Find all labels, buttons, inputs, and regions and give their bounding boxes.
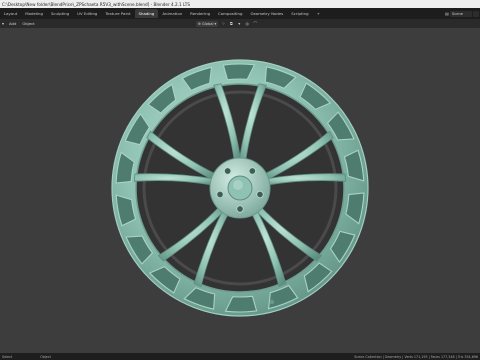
transform-orientation-value: Global <box>202 21 214 26</box>
tab-scripting[interactable]: Scripting <box>287 9 312 18</box>
menu-object[interactable]: Object <box>19 21 37 26</box>
add-workspace-button[interactable]: + <box>313 9 324 18</box>
tab-rendering[interactable]: Rendering <box>186 9 214 18</box>
lug-nut <box>236 205 244 213</box>
proportional-edit-icon[interactable]: ◎ <box>244 21 250 27</box>
tab-sculpting[interactable]: Sculpting <box>47 9 73 18</box>
lug-nut <box>216 190 224 199</box>
3d-viewport[interactable] <box>0 28 480 353</box>
window-title: C:\Desktop\New folder\BlendPrice\_ZPScha… <box>2 1 190 7</box>
transform-orientation-dropdown[interactable]: ⊕ Global ▾ <box>196 20 219 27</box>
window-titlebar: C:\Desktop\New folder\BlendPrice\_ZPScha… <box>0 0 480 8</box>
status-stats: Scene Collection | Geometry | Verts 171,… <box>354 354 478 359</box>
transform-tools: ⊕ Global ▾ ⁘ ⧉ ▾ ◎ ⌒ <box>196 19 258 28</box>
chevron-down-icon: ▾ <box>214 21 217 26</box>
status-object-label: Object <box>40 354 51 359</box>
snap-icon[interactable]: ⧉ <box>228 21 234 27</box>
viewport-header: ▾ Add Object ⊕ Global ▾ ⁘ ⧉ ▾ ◎ ⌒ <box>0 19 480 28</box>
center-cap-highlight <box>233 180 243 190</box>
tab-shading[interactable]: Shading <box>134 9 159 18</box>
scene-extra-field[interactable] <box>473 10 479 17</box>
tab-texture-paint[interactable]: Texture Paint <box>101 9 134 18</box>
tab-animation[interactable]: Animation <box>158 9 186 18</box>
menu-add[interactable]: Add <box>6 21 19 26</box>
status-select-label: Select <box>2 354 13 359</box>
workspace-tabs-bar: Layout Modeling Sculpting UV Editing Tex… <box>0 8 480 19</box>
orientation-icon: ⊕ <box>198 21 202 26</box>
tab-compositing[interactable]: Compositing <box>214 9 246 18</box>
lug-nut <box>223 167 232 175</box>
lug-nut <box>248 167 257 175</box>
tab-geometry-nodes[interactable]: Geometry Nodes <box>246 9 287 18</box>
snap-options-icon[interactable]: ▾ <box>236 21 242 27</box>
tab-layout[interactable]: Layout <box>0 9 21 18</box>
scene-selector[interactable]: Scene <box>450 10 472 17</box>
wheel-model <box>111 59 369 317</box>
tab-uv-editing[interactable]: UV Editing <box>73 9 101 18</box>
pivot-icon[interactable]: ⁘ <box>220 21 226 27</box>
lug-nut <box>256 190 264 199</box>
valve-stem <box>269 299 275 305</box>
proportional-options-icon[interactable]: ⌒ <box>252 21 258 27</box>
status-bar: Select Object Scene Collection | Geometr… <box>0 353 480 360</box>
tab-modeling[interactable]: Modeling <box>21 9 47 18</box>
